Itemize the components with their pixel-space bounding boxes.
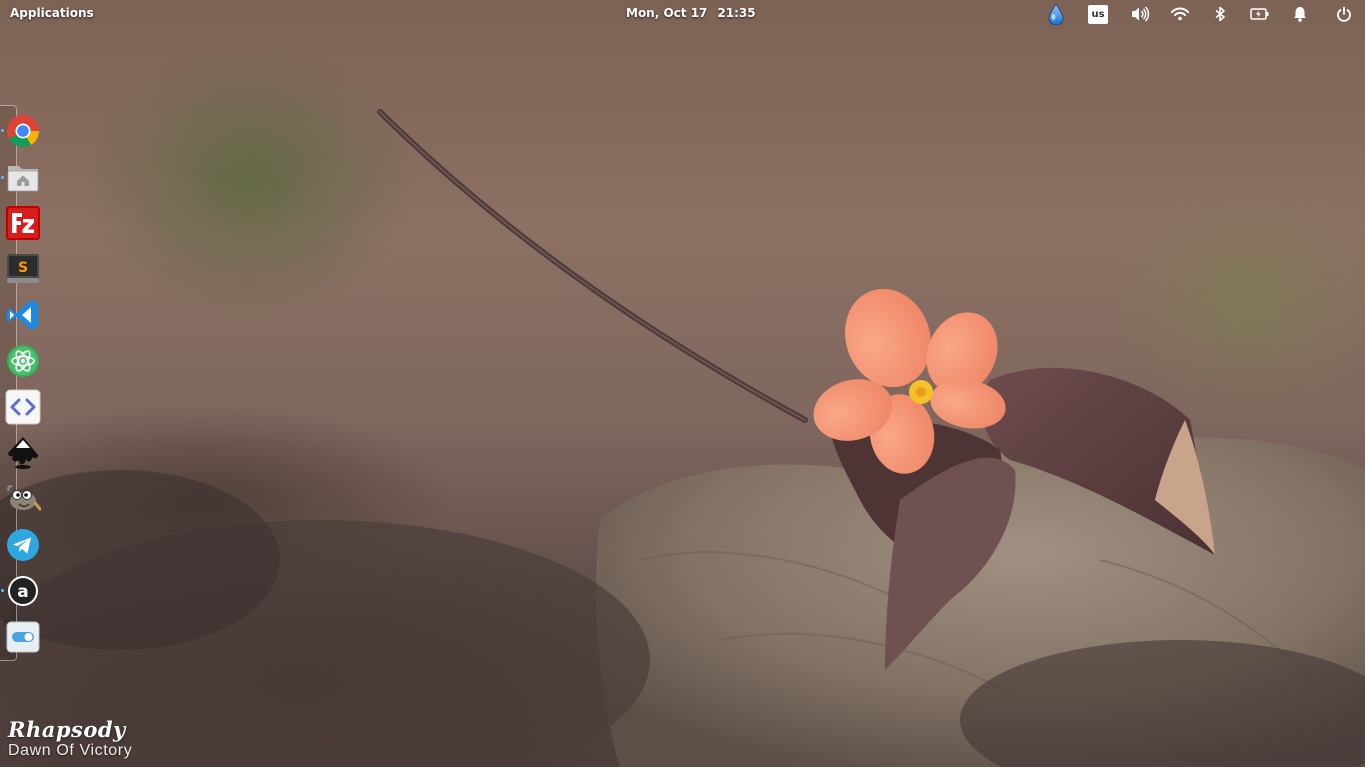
chrome-icon[interactable] xyxy=(1,113,41,149)
top-panel: Applications Mon, Oct 17 21:35 us xyxy=(0,0,1365,28)
drop-icon[interactable] xyxy=(1046,3,1066,25)
notification-bell-icon[interactable] xyxy=(1290,4,1310,24)
volume-icon[interactable] xyxy=(1130,4,1150,24)
watermark-subtitle: Dawn Of Victory xyxy=(8,742,133,759)
wallpaper xyxy=(0,109,1365,767)
sublime-text-icon[interactable]: S xyxy=(5,251,41,287)
wallpaper-watermark: Rhapsody Dawn Of Victory xyxy=(8,718,132,760)
running-indicator xyxy=(1,589,4,592)
watermark-title: Rhapsody xyxy=(8,717,126,742)
telegram-icon[interactable] xyxy=(5,527,41,563)
inkscape-icon[interactable] xyxy=(5,435,41,471)
visual-studio-code-icon[interactable] xyxy=(5,297,41,333)
battery-icon[interactable] xyxy=(1250,4,1270,24)
code-editor-icon[interactable] xyxy=(5,389,41,425)
svg-text:S: S xyxy=(18,260,28,276)
clock-time: 21:35 xyxy=(717,6,756,20)
running-indicator xyxy=(1,129,4,132)
files-home-icon[interactable] xyxy=(1,160,41,196)
wifi-icon[interactable] xyxy=(1170,4,1190,24)
desktop: Applications Mon, Oct 17 21:35 us S a Rh… xyxy=(0,0,1365,767)
toggle-switch-icon[interactable] xyxy=(5,619,41,655)
running-indicator xyxy=(1,176,4,179)
gimp-icon[interactable] xyxy=(5,481,41,517)
clock-date: Mon, Oct 17 xyxy=(626,6,708,20)
bluetooth-icon[interactable] xyxy=(1210,4,1230,24)
clock-indicator[interactable]: Mon, Oct 17 21:35 xyxy=(626,6,756,20)
keyboard-layout-indicator[interactable]: us xyxy=(1088,5,1108,24)
filezilla-icon[interactable] xyxy=(5,205,41,241)
power-icon[interactable] xyxy=(1334,4,1354,24)
atom-icon[interactable] xyxy=(5,343,41,379)
amazon-icon[interactable]: a xyxy=(1,573,41,609)
svg-text:a: a xyxy=(17,582,28,602)
applications-menu-button[interactable]: Applications xyxy=(10,6,94,20)
